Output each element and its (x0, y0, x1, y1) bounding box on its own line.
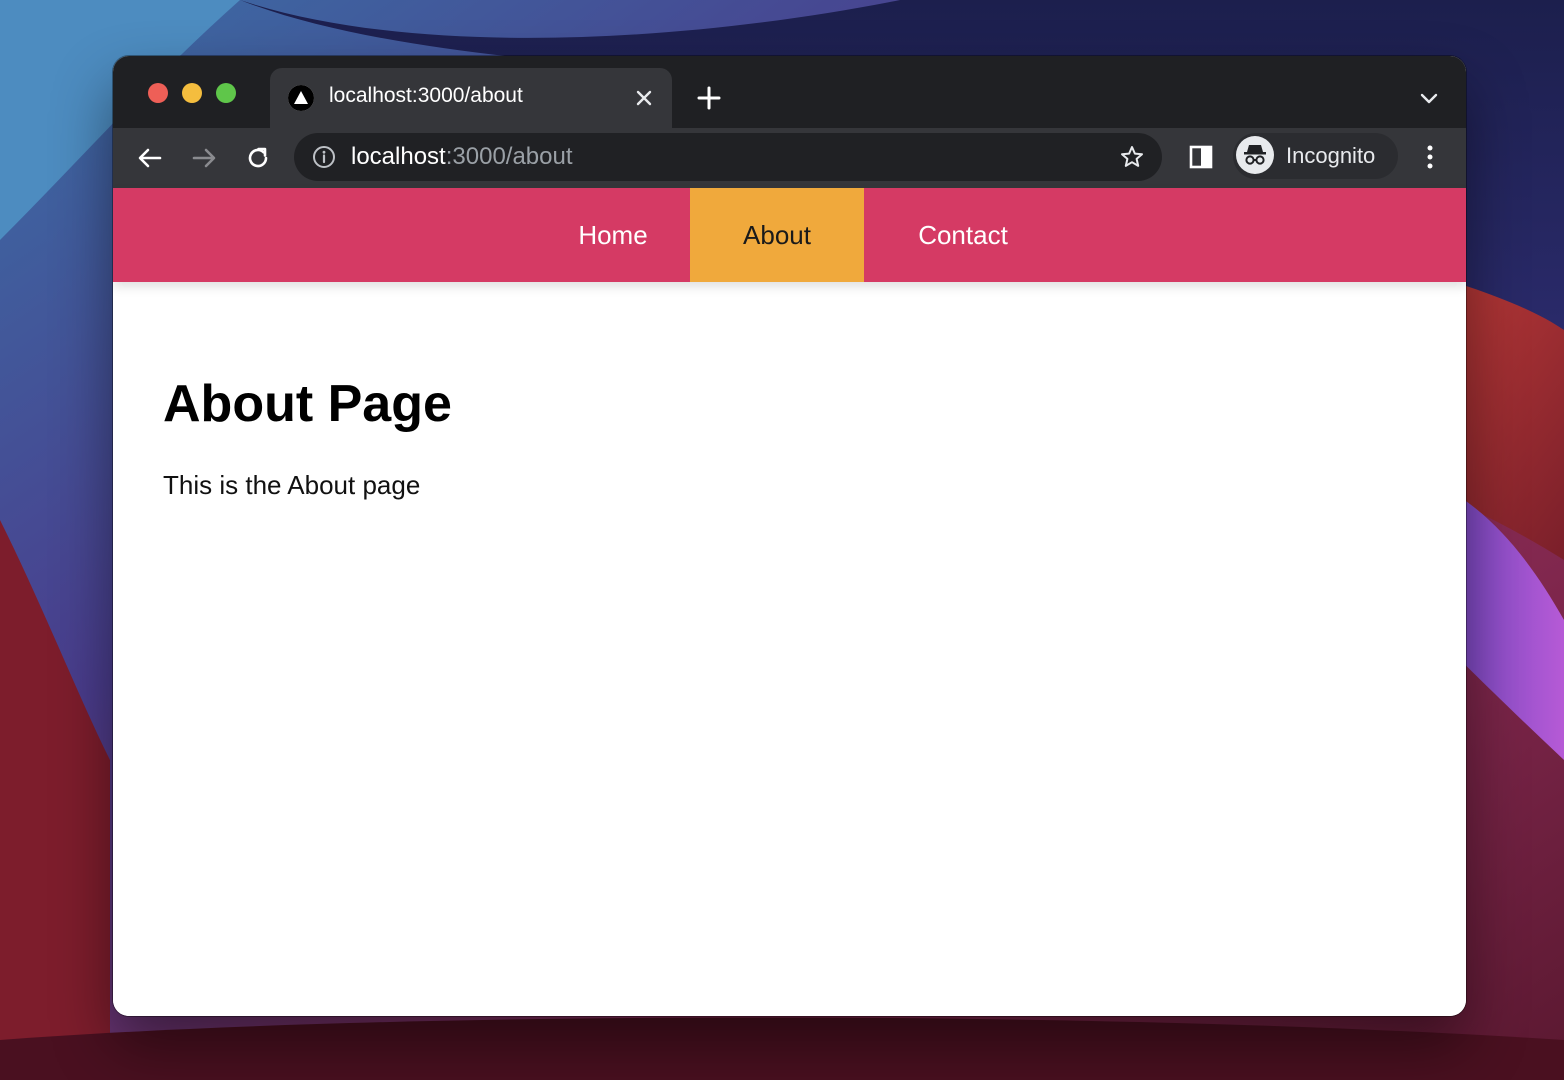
url-text[interactable]: localhost:3000/about (351, 143, 573, 171)
info-icon[interactable] (312, 145, 336, 169)
address-bar[interactable]: localhost:3000/about (294, 133, 1162, 181)
forward-arrow-icon[interactable] (190, 144, 218, 172)
tab-title: localhost:3000/about (329, 84, 523, 107)
back-arrow-icon[interactable] (136, 144, 164, 172)
url-host: localhost (351, 143, 446, 170)
more-vert-icon[interactable] (1418, 142, 1442, 172)
browser-window: localhost:3000/about localhost:3000/abou… (113, 56, 1466, 1016)
nav-link-home[interactable]: Home (533, 188, 693, 282)
window-zoom-button[interactable] (216, 83, 236, 103)
close-icon[interactable] (632, 86, 656, 110)
nav-link-contact[interactable]: Contact (864, 188, 1062, 282)
url-path: :3000/about (445, 143, 573, 170)
page-body-text: This is the About page (163, 470, 421, 500)
incognito-label: Incognito (1286, 143, 1376, 168)
incognito-profile-button[interactable]: Incognito (1233, 133, 1398, 179)
tab-strip: localhost:3000/about (113, 56, 1466, 128)
side-panel-icon[interactable] (1188, 144, 1214, 170)
page-title: About Page (163, 375, 452, 433)
favicon-icon (288, 85, 314, 111)
chevron-down-icon[interactable] (1417, 86, 1441, 110)
page-viewport: Home About Contact About Page This is th… (113, 188, 1466, 1016)
incognito-icon (1236, 136, 1274, 174)
plus-icon[interactable] (695, 84, 723, 112)
reload-icon[interactable] (244, 144, 272, 172)
browser-toolbar: localhost:3000/about Incognito (113, 128, 1466, 188)
star-icon[interactable] (1119, 144, 1145, 170)
site-nav: Home About Contact (113, 188, 1466, 282)
nav-link-about[interactable]: About (690, 188, 864, 282)
window-minimize-button[interactable] (182, 83, 202, 103)
browser-tab[interactable]: localhost:3000/about (270, 68, 672, 128)
window-close-button[interactable] (148, 83, 168, 103)
